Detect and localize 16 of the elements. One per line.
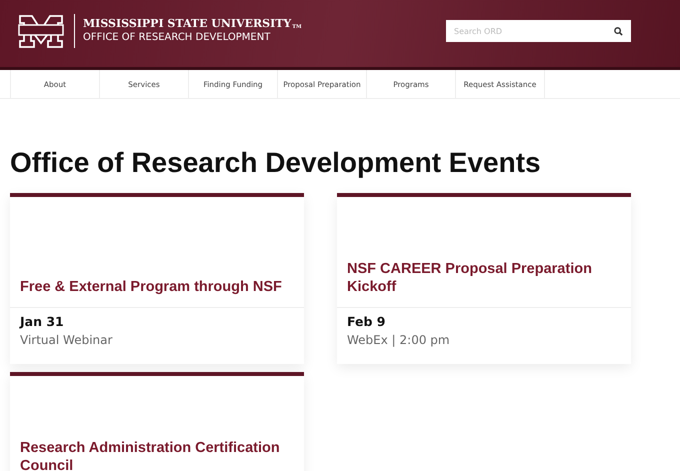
event-date: Jan 31 [20,314,65,329]
event-card[interactable]: Free & External Program through NSF Jan 31 Virtual Webinar [10,193,304,364]
event-title[interactable]: NSF CAREER Proposal Preparation Kickoff [347,260,621,296]
event-card[interactable]: NSF CAREER Proposal Preparation Kickoff Feb 9 WebEx | 2:00 pm [337,193,631,364]
university-name: MISSISSIPPI STATE UNIVERSITY [83,17,292,31]
page-title: Office of Research Development Events [10,147,542,179]
event-date: Feb 9 [347,314,387,329]
search-field[interactable]: Search ORD [446,20,631,42]
search-icon[interactable] [614,27,623,36]
event-card[interactable]: Research Administration Certification Council [10,372,304,471]
event-location: Virtual Webinar [20,333,114,347]
event-title[interactable]: Free & External Program through NSF [20,278,282,296]
office-name: OFFICE OF RESEARCH DEVELOPMENT [83,31,272,44]
logo-icon [16,14,66,48]
event-location: WebEx | 2:00 pm [347,333,451,347]
event-title[interactable]: Research Administration Certification Council [20,439,294,471]
